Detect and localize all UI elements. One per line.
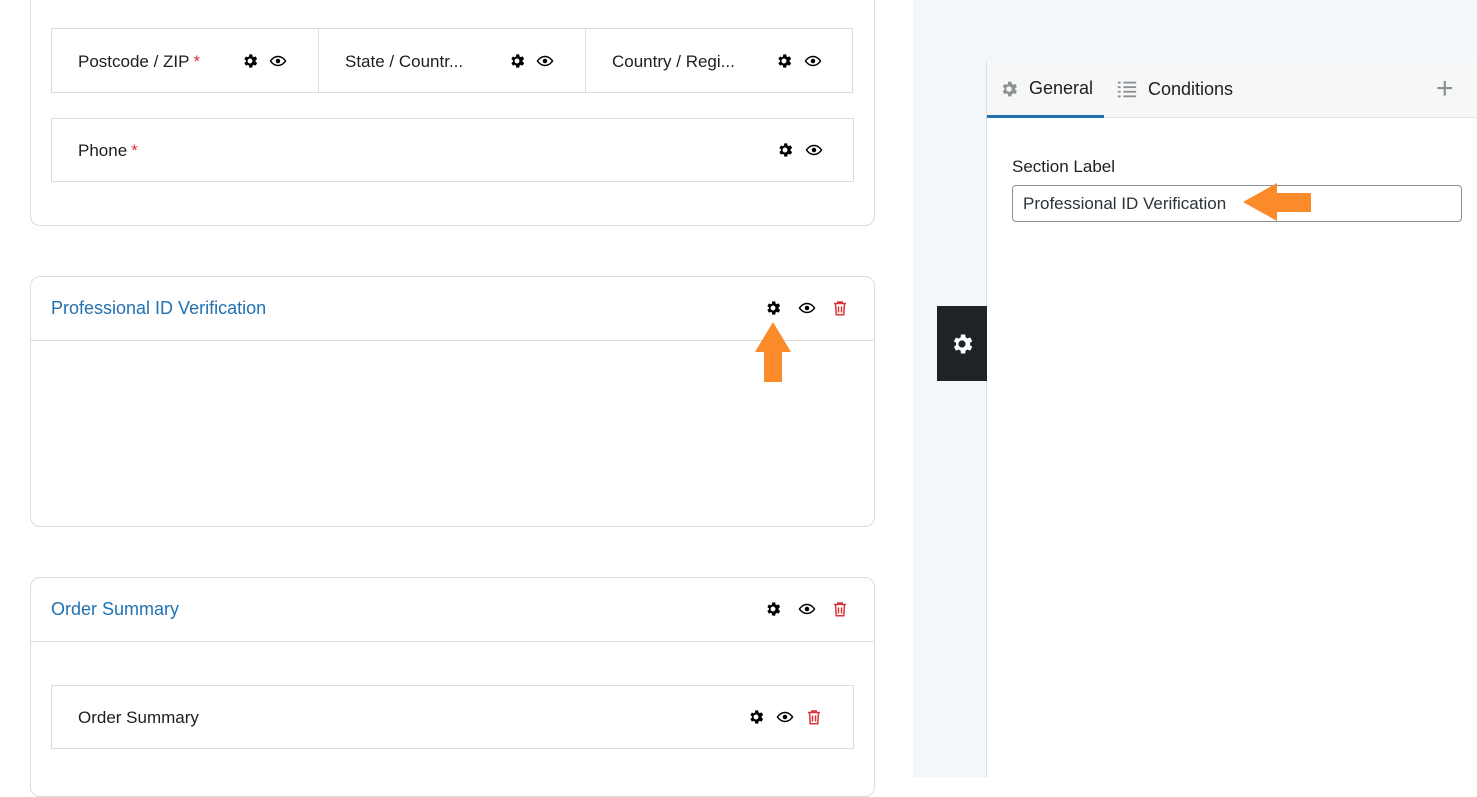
field-postcode[interactable]: Postcode / ZIP *	[51, 28, 319, 93]
gear-icon[interactable]	[764, 299, 782, 317]
tab-conditions[interactable]: Conditions	[1116, 78, 1233, 100]
eye-icon[interactable]	[776, 708, 794, 726]
field-country[interactable]: Country / Regi...	[585, 28, 853, 93]
active-tab-indicator	[987, 115, 1104, 118]
gear-icon[interactable]	[508, 52, 526, 70]
professional-id-section[interactable]: Professional ID Verification	[30, 276, 875, 527]
gear-icon[interactable]	[775, 52, 793, 70]
settings-toggle-button[interactable]	[937, 306, 987, 381]
field-label: Country / Regi...	[612, 52, 735, 71]
field-label: Phone *	[78, 141, 138, 160]
field-label: Order Summary	[78, 708, 199, 727]
field-label: Postcode / ZIP *	[78, 52, 201, 71]
trash-icon[interactable]	[831, 299, 849, 317]
annotation-arrow	[755, 322, 791, 382]
gear-icon[interactable]	[776, 141, 794, 159]
section-title: Professional ID Verification	[51, 298, 267, 318]
gear-icon[interactable]	[764, 600, 782, 618]
eye-icon[interactable]	[804, 52, 822, 70]
required-mark: *	[193, 52, 201, 71]
required-mark: *	[131, 141, 138, 160]
eye-icon[interactable]	[805, 141, 823, 159]
order-summary-section[interactable]: Order Summary Order Summary	[30, 577, 875, 797]
section-title: Order Summary	[51, 599, 180, 619]
gear-icon[interactable]	[747, 708, 765, 726]
annotation-arrow	[1243, 183, 1311, 221]
tab-label: Conditions	[1148, 78, 1234, 99]
gear-icon[interactable]	[241, 52, 259, 70]
tab-general[interactable]: General	[999, 78, 1093, 99]
gear-icon	[949, 331, 975, 357]
gear-icon	[999, 79, 1019, 99]
section-label-title: Section Label	[1012, 157, 1116, 176]
field-label: State / Countr...	[345, 52, 464, 71]
eye-icon[interactable]	[269, 52, 287, 70]
eye-icon[interactable]	[798, 299, 816, 317]
tab-label: General	[1029, 78, 1094, 98]
trash-icon[interactable]	[831, 600, 849, 618]
field-phone[interactable]: Phone *	[51, 118, 854, 182]
trash-icon[interactable]	[805, 708, 823, 726]
eye-icon[interactable]	[536, 52, 554, 70]
section-label-input[interactable]	[1012, 185, 1462, 222]
field-order-summary[interactable]: Order Summary	[51, 685, 854, 749]
plus-icon[interactable]: +	[1436, 74, 1454, 104]
eye-icon[interactable]	[798, 600, 816, 618]
field-state[interactable]: State / Countr...	[318, 28, 586, 93]
section-divider	[31, 340, 874, 341]
section-divider	[31, 641, 874, 642]
list-icon	[1116, 78, 1138, 100]
